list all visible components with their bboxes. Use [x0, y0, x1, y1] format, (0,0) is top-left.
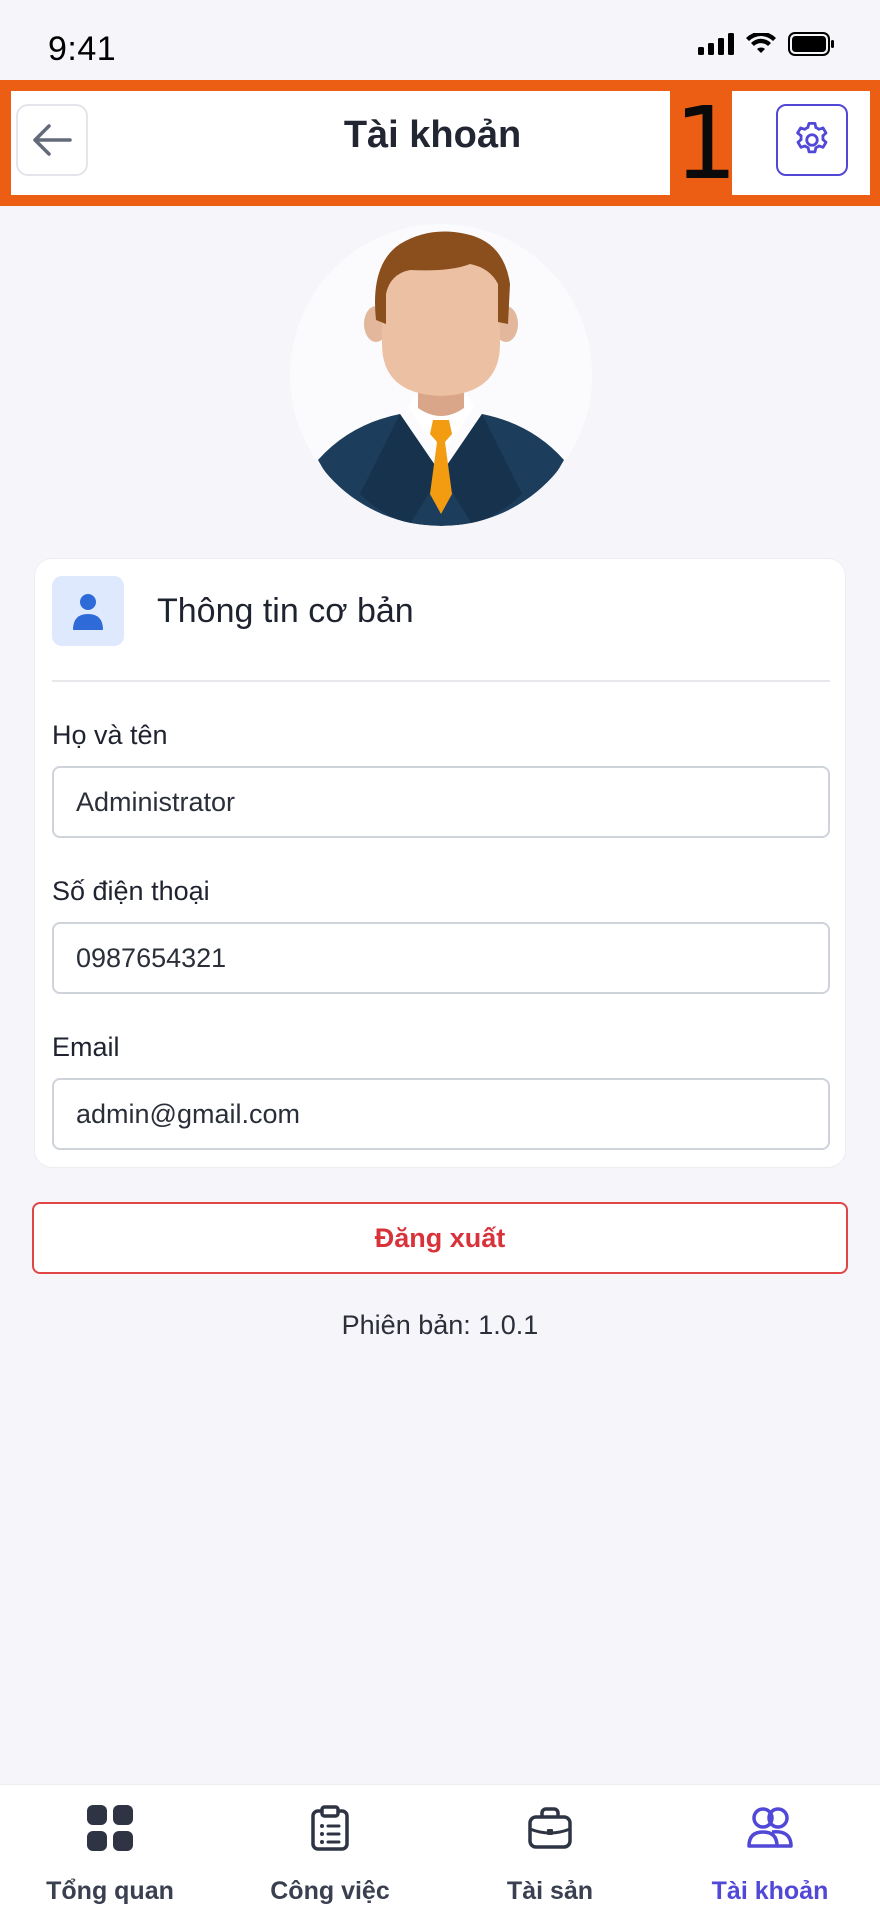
page-title: Tài khoản — [343, 114, 522, 156]
divider — [52, 680, 830, 682]
nav-label-assets: Tài sản — [506, 1877, 594, 1905]
nav-item-assets[interactable]: Tài sản — [440, 1785, 660, 1912]
avatar — [290, 224, 592, 526]
version-text: Phiên bản: 1.0.1 — [341, 1310, 539, 1340]
logout-button[interactable]: Đăng xuất — [32, 1202, 848, 1274]
users-icon — [747, 1807, 793, 1848]
email-field[interactable] — [52, 1078, 830, 1150]
status-time: 9:41 — [48, 30, 117, 68]
status-icons — [698, 32, 836, 56]
settings-button[interactable] — [776, 104, 848, 176]
annotation-number: 1 — [674, 85, 738, 202]
card-title: Thông tin cơ bản — [157, 592, 414, 630]
briefcase-icon — [528, 1807, 572, 1849]
full-name-label: Họ và tên — [52, 720, 168, 750]
clipboard-icon — [311, 1805, 349, 1851]
signal-icon — [698, 33, 734, 55]
nav-item-tasks[interactable]: Công việc — [220, 1785, 440, 1912]
nav-label-tasks: Công việc — [270, 1877, 390, 1905]
arrow-left-icon — [33, 124, 72, 156]
screen: 9:41 1 Tài khoản Thông tin cơ bản Họ và … — [0, 0, 880, 1912]
avatar-illustration — [290, 224, 592, 526]
user-icon — [52, 576, 124, 646]
phone-label: Số điện thoại — [52, 876, 210, 906]
basic-info-card: Thông tin cơ bản Họ và tên Số điện thoại… — [34, 558, 846, 1168]
nav-label-overview: Tổng quan — [46, 1877, 174, 1905]
wifi-icon — [746, 33, 776, 53]
back-button[interactable] — [16, 104, 88, 176]
full-name-field[interactable] — [52, 766, 830, 838]
nav-item-overview[interactable]: Tổng quan — [0, 1785, 220, 1912]
nav-label-account: Tài khoản — [711, 1877, 829, 1905]
grid-icon — [87, 1805, 133, 1851]
battery-icon — [788, 32, 834, 56]
email-label: Email — [52, 1032, 120, 1062]
gear-icon — [796, 121, 828, 154]
phone-field[interactable] — [52, 922, 830, 994]
nav-item-account[interactable]: Tài khoản — [660, 1785, 880, 1912]
status-bar: 9:41 — [0, 0, 880, 80]
bottom-nav: Tổng quan Công việc Tài sản Tài khoản — [0, 1784, 880, 1912]
